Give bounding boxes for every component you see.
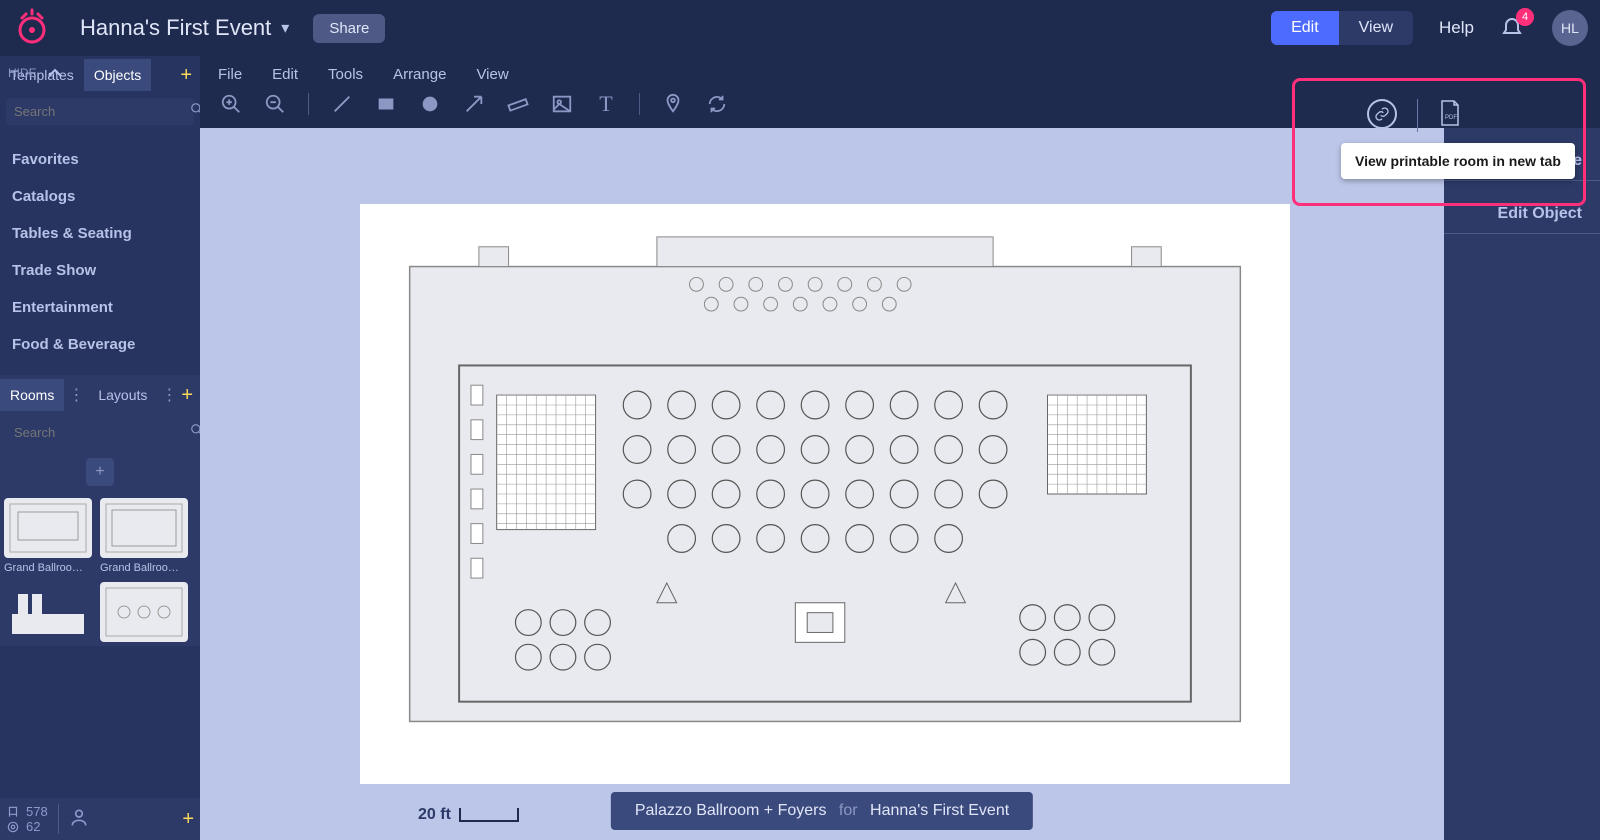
line-tool-icon[interactable] bbox=[329, 91, 355, 117]
guests-icon[interactable] bbox=[69, 807, 89, 832]
scale-label: 20 ft bbox=[418, 806, 451, 824]
callout-highlight: PDF View printable room in new tab bbox=[1292, 78, 1586, 206]
rect-tool-icon[interactable] bbox=[373, 91, 399, 117]
breadcrumb[interactable]: Palazzo Ballroom + Foyers for Hanna's Fi… bbox=[611, 792, 1033, 830]
mode-edit-button[interactable]: Edit bbox=[1271, 11, 1339, 45]
crumb-event: Hanna's First Event bbox=[870, 802, 1009, 819]
subpanel-search-input[interactable] bbox=[14, 425, 190, 440]
share-button[interactable]: Share bbox=[313, 14, 385, 43]
sidebar-add-button[interactable]: + bbox=[180, 64, 192, 87]
cat-favorites[interactable]: Favorites bbox=[0, 141, 200, 178]
crumb-room: Palazzo Ballroom + Foyers bbox=[635, 802, 827, 819]
menu-edit[interactable]: Edit bbox=[272, 66, 298, 83]
mode-view-button[interactable]: View bbox=[1339, 11, 1413, 45]
hide-label: HIDE bbox=[8, 66, 37, 80]
app-logo-icon bbox=[12, 8, 52, 48]
refresh-icon[interactable] bbox=[704, 91, 730, 117]
room-thumb[interactable] bbox=[100, 582, 188, 642]
rooms-more-icon[interactable]: ⋮ bbox=[64, 385, 88, 405]
text-tool-icon[interactable]: T bbox=[593, 91, 619, 117]
subpanel-add-button[interactable]: + bbox=[181, 384, 193, 407]
subpanel-tabs: Rooms ⋮ Layouts ⋮ + bbox=[0, 375, 200, 415]
stats-chairs: 578 62 bbox=[6, 804, 48, 834]
notifications-button[interactable]: 4 bbox=[1500, 14, 1528, 42]
room-thumb[interactable] bbox=[4, 498, 92, 558]
menu-file[interactable]: File bbox=[218, 66, 242, 83]
image-tool-icon[interactable] bbox=[549, 91, 575, 117]
menu-tools[interactable]: Tools bbox=[328, 66, 363, 83]
circle-tool-icon[interactable] bbox=[417, 91, 443, 117]
room-thumb[interactable] bbox=[100, 498, 188, 558]
cat-tradeshow[interactable]: Trade Show bbox=[0, 252, 200, 289]
thumb-label: Grand Ballroom… bbox=[100, 562, 188, 574]
topbar: Hanna's First Event ▾ Share Edit View He… bbox=[0, 0, 1600, 56]
floorplan bbox=[380, 224, 1270, 764]
menu-arrange[interactable]: Arrange bbox=[393, 66, 446, 83]
arrow-tool-icon[interactable] bbox=[461, 91, 487, 117]
cat-tables[interactable]: Tables & Seating bbox=[0, 215, 200, 252]
paper bbox=[360, 204, 1290, 784]
hide-sidebar-toggle[interactable]: HIDE bbox=[0, 62, 71, 84]
sidebar-search[interactable] bbox=[6, 98, 194, 125]
rooms-subpanel: Rooms ⋮ Layouts ⋮ + + Grand Ballroom… bbox=[0, 375, 200, 646]
zoom-in-icon[interactable] bbox=[218, 91, 244, 117]
room-thumbnails: Grand Ballroom… Grand Ballroom… bbox=[0, 494, 200, 646]
link-icon[interactable] bbox=[1367, 99, 1397, 129]
rp-edit-object[interactable]: Edit Object bbox=[1462, 205, 1582, 223]
avatar[interactable]: HL bbox=[1552, 10, 1588, 46]
room-thumb[interactable] bbox=[4, 582, 92, 642]
scale-bar-icon bbox=[459, 808, 519, 822]
tooltip: View printable room in new tab bbox=[1341, 143, 1575, 179]
pin-tool-icon[interactable] bbox=[660, 91, 686, 117]
add-room-button[interactable]: + bbox=[86, 458, 114, 486]
tab-rooms[interactable]: Rooms bbox=[0, 379, 64, 411]
pdf-icon[interactable]: PDF bbox=[1438, 99, 1462, 132]
stats-add-button[interactable]: + bbox=[182, 808, 194, 831]
mode-toggle: Edit View bbox=[1271, 11, 1413, 45]
tab-objects[interactable]: Objects bbox=[84, 59, 151, 91]
stats-bar: 578 62 + bbox=[0, 798, 200, 840]
menu-view[interactable]: View bbox=[476, 66, 508, 83]
scale-indicator: 20 ft bbox=[418, 806, 519, 824]
subpanel-search[interactable] bbox=[6, 419, 194, 446]
sidebar: Templates Objects + Favorites Catalogs T… bbox=[0, 56, 200, 840]
thumb-label: Grand Ballroom… bbox=[4, 562, 92, 574]
event-dropdown-icon[interactable]: ▾ bbox=[281, 18, 289, 38]
notification-badge: 4 bbox=[1516, 8, 1534, 26]
cat-food[interactable]: Food & Beverage bbox=[0, 326, 200, 363]
cat-catalogs[interactable]: Catalogs bbox=[0, 178, 200, 215]
sidebar-search-input[interactable] bbox=[14, 104, 190, 119]
layouts-more-icon[interactable]: ⋮ bbox=[157, 385, 181, 405]
ruler-tool-icon[interactable] bbox=[505, 91, 531, 117]
crumb-for: for bbox=[839, 802, 858, 819]
event-title[interactable]: Hanna's First Event bbox=[80, 15, 271, 41]
help-link[interactable]: Help bbox=[1439, 18, 1474, 38]
zoom-out-icon[interactable] bbox=[262, 91, 288, 117]
right-panel: te Edit Object bbox=[1444, 128, 1600, 840]
svg-text:PDF: PDF bbox=[1445, 115, 1457, 121]
canvas[interactable]: 20 ft Palazzo Ballroom + Foyers for Hann… bbox=[200, 128, 1444, 840]
category-list: Favorites Catalogs Tables & Seating Trad… bbox=[0, 129, 200, 375]
cat-entertainment[interactable]: Entertainment bbox=[0, 289, 200, 326]
tab-layouts[interactable]: Layouts bbox=[88, 379, 157, 411]
